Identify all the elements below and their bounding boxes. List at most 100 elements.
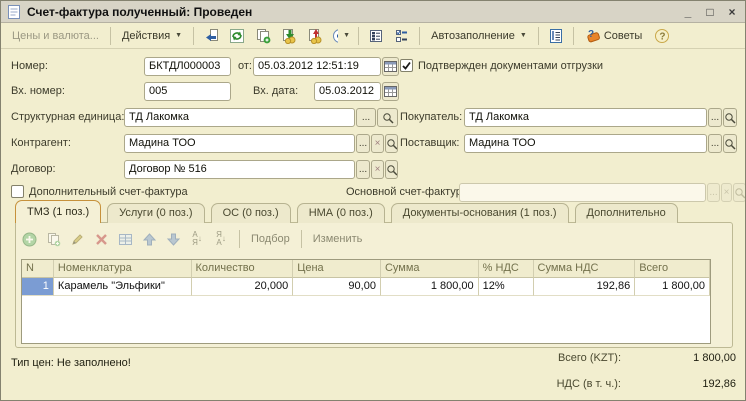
- actions-menu-button[interactable]: Действия▼: [116, 25, 188, 47]
- refresh-button[interactable]: [225, 25, 249, 47]
- chevron-down-icon: ▼: [520, 32, 527, 39]
- tab-strip: ТМЗ (1 поз.) Услуги (0 поз.) ОС (0 поз.)…: [15, 200, 678, 223]
- go-to-button[interactable]: ▼: [329, 25, 353, 47]
- sort-ascending-button[interactable]: АЯ↓: [188, 230, 206, 248]
- prices-currency-button[interactable]: Цены и валюта...: [6, 25, 105, 47]
- tab-basis-documents[interactable]: Документы-основания (1 поз.): [391, 203, 569, 223]
- confirmed-checkbox-label[interactable]: Подтвержден документами отгрузки: [418, 60, 603, 72]
- tab-nma[interactable]: НМА (0 поз.): [297, 203, 385, 223]
- move-end-button[interactable]: [116, 230, 134, 248]
- date-label: от:: [238, 60, 252, 72]
- table-cell[interactable]: 12%: [479, 278, 534, 296]
- table-cell[interactable]: 192,86: [534, 278, 636, 296]
- contract-label: Договор:: [11, 163, 56, 175]
- date-calendar-button[interactable]: [382, 57, 399, 76]
- in-date-label: Вх. дата:: [253, 85, 298, 97]
- arrow-down-icon: [166, 232, 181, 247]
- help-button[interactable]: ?: [650, 25, 674, 47]
- main-invoice-select-button[interactable]: ...: [707, 183, 720, 202]
- list-rows-button[interactable]: [364, 25, 388, 47]
- column-header[interactable]: Сумма НДС: [534, 260, 636, 278]
- structural-unit-select-button[interactable]: ...: [356, 108, 376, 127]
- in-date-field[interactable]: 05.03.2012: [314, 82, 381, 101]
- supplier-open-button[interactable]: [723, 134, 737, 153]
- checklist-button[interactable]: [390, 25, 414, 47]
- change-button[interactable]: Изменить: [311, 233, 365, 245]
- column-header[interactable]: Сумма: [381, 260, 479, 278]
- table-cell[interactable]: 20,000: [192, 278, 294, 296]
- buyer-field[interactable]: ТД Лакомка: [464, 108, 707, 127]
- unpost-document-button[interactable]: [303, 25, 327, 47]
- column-header[interactable]: Количество: [192, 260, 294, 278]
- magnifier-icon: [386, 164, 397, 176]
- table-cell[interactable]: Карамель "Эльфики": [54, 278, 192, 296]
- contractor-select-button[interactable]: ...: [356, 134, 370, 153]
- supplier-select-button[interactable]: ...: [708, 134, 722, 153]
- related-documents-button[interactable]: [544, 25, 568, 47]
- contractor-clear-button[interactable]: ×: [371, 134, 384, 153]
- tab-services[interactable]: Услуги (0 поз.): [107, 203, 204, 223]
- post-document-icon: [281, 28, 297, 44]
- contractor-field[interactable]: Мадина ТОО: [124, 134, 355, 153]
- sort-descending-button[interactable]: ЯА↓: [212, 230, 230, 248]
- separator: [301, 230, 302, 248]
- contract-field[interactable]: Договор № 516: [124, 160, 355, 179]
- save-close-icon: [203, 28, 219, 44]
- close-button[interactable]: ×: [725, 5, 739, 19]
- confirmed-checkbox[interactable]: [400, 59, 413, 72]
- structural-unit-open-button[interactable]: [377, 108, 398, 127]
- separator: [538, 27, 539, 45]
- total-value: 1 800,00: [636, 352, 736, 364]
- vat-label: НДС (в т. ч.):: [521, 378, 621, 390]
- tab-tmz[interactable]: ТМЗ (1 поз.): [15, 200, 101, 223]
- tips-button[interactable]: ? Советы: [579, 25, 648, 47]
- contract-clear-button[interactable]: ×: [371, 160, 384, 179]
- contract-select-button[interactable]: ...: [356, 160, 370, 179]
- contractor-open-button[interactable]: [385, 134, 398, 153]
- minimize-button[interactable]: _: [681, 5, 695, 19]
- main-invoice-open-button[interactable]: [733, 183, 746, 202]
- move-up-button[interactable]: [140, 230, 158, 248]
- table-cell[interactable]: 1 800,00: [635, 278, 710, 296]
- contractor-label: Контрагент:: [11, 137, 71, 149]
- magnifier-icon: [734, 187, 745, 199]
- column-header[interactable]: Всего: [635, 260, 710, 278]
- table-row[interactable]: 1Карамель "Эльфики"20,00090,001 800,0012…: [22, 278, 710, 296]
- buyer-open-button[interactable]: [723, 108, 737, 127]
- copy-row-button[interactable]: [44, 230, 62, 248]
- help-icon: ?: [654, 28, 670, 44]
- post-document-button[interactable]: [277, 25, 301, 47]
- buyer-select-button[interactable]: ...: [708, 108, 722, 127]
- save-close-button[interactable]: [199, 25, 223, 47]
- copy-button[interactable]: [251, 25, 275, 47]
- tab-additional[interactable]: Дополнительно: [575, 203, 678, 223]
- contract-open-button[interactable]: [385, 160, 398, 179]
- date-field[interactable]: 05.03.2012 12:51:19: [253, 57, 381, 76]
- maximize-button[interactable]: □: [703, 5, 717, 19]
- tab-os[interactable]: ОС (0 поз.): [211, 203, 291, 223]
- structural-unit-field[interactable]: ТД Лакомка: [124, 108, 355, 127]
- column-header[interactable]: Цена: [293, 260, 381, 278]
- in-date-calendar-button[interactable]: [382, 82, 399, 101]
- column-header[interactable]: N: [22, 260, 54, 278]
- document-icon: [7, 4, 21, 20]
- title-bar: Счет-фактура полученный: Проведен _ □ ×: [1, 1, 745, 23]
- in-number-field[interactable]: 005: [144, 82, 231, 101]
- column-header[interactable]: % НДС: [479, 260, 534, 278]
- add-row-button[interactable]: [20, 230, 38, 248]
- table-cell[interactable]: 90,00: [293, 278, 381, 296]
- table-cell[interactable]: 1 800,00: [381, 278, 479, 296]
- additional-invoice-label[interactable]: Дополнительный счет-фактура: [29, 186, 188, 198]
- move-down-button[interactable]: [164, 230, 182, 248]
- edit-row-button[interactable]: [68, 230, 86, 248]
- additional-invoice-checkbox[interactable]: [11, 185, 24, 198]
- items-table[interactable]: NНоменклатураКоличествоЦенаСумма% НДССум…: [21, 259, 711, 344]
- column-header[interactable]: Номенклатура: [54, 260, 192, 278]
- autofill-menu-button[interactable]: Автозаполнение▼: [425, 25, 533, 47]
- table-cell[interactable]: 1: [22, 278, 54, 296]
- number-field[interactable]: БКТДЛ000003: [144, 57, 231, 76]
- delete-row-button[interactable]: [92, 230, 110, 248]
- supplier-field[interactable]: Мадина ТОО: [464, 134, 707, 153]
- pick-button[interactable]: Подбор: [249, 233, 292, 245]
- main-invoice-clear-button[interactable]: ×: [721, 183, 732, 202]
